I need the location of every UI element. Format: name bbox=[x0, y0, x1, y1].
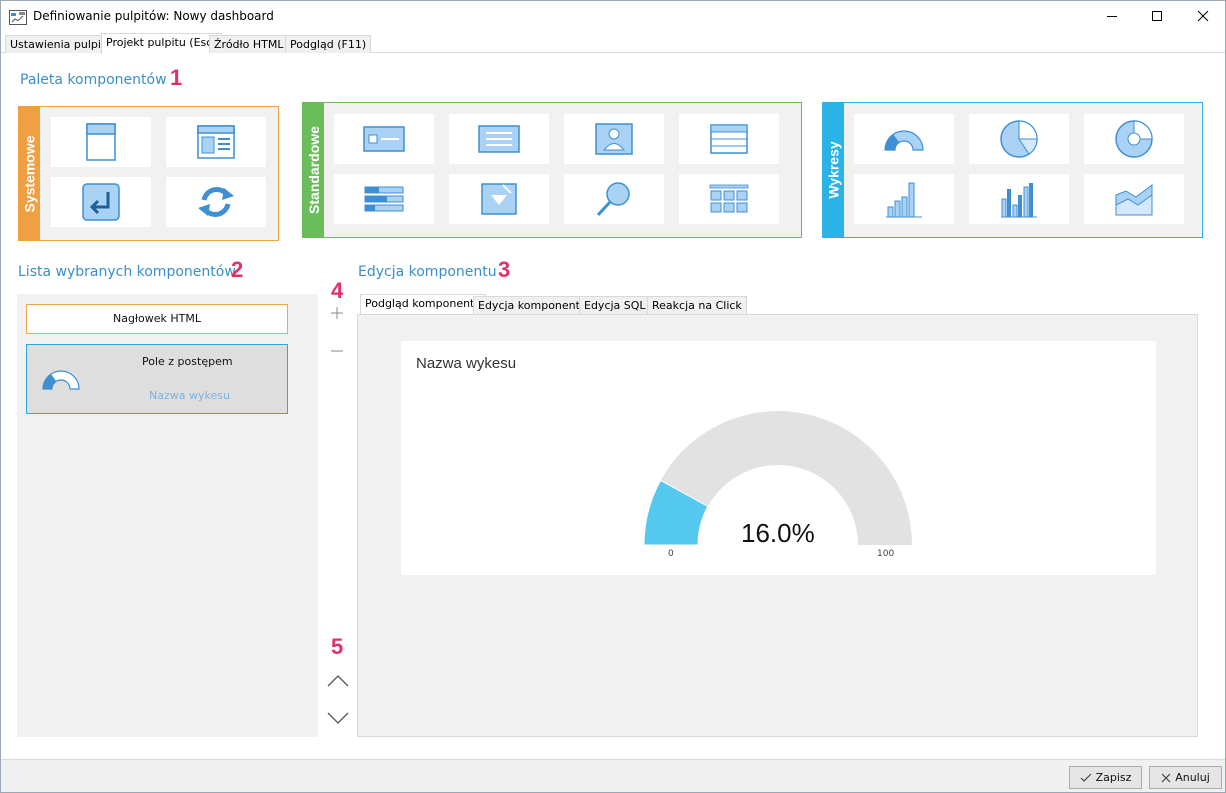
list-item-title: Pole z postępem bbox=[142, 355, 233, 368]
page-icon-tile[interactable] bbox=[51, 117, 151, 167]
table-icon-tile[interactable] bbox=[679, 114, 779, 164]
column-chart-icon-tile[interactable] bbox=[969, 174, 1069, 224]
minimize-icon bbox=[1107, 16, 1117, 17]
app-icon bbox=[9, 10, 27, 25]
marker-1: 1 bbox=[170, 65, 183, 90]
donut-icon-tile[interactable] bbox=[1084, 114, 1184, 164]
gauge-icon bbox=[42, 370, 80, 390]
cancel-button[interactable]: Anuluj bbox=[1149, 766, 1222, 789]
label-icon bbox=[363, 126, 405, 152]
tile-grid-icon bbox=[709, 184, 749, 213]
minus-icon bbox=[331, 350, 343, 352]
plus-icon bbox=[331, 307, 343, 319]
checkmark-icon bbox=[1080, 773, 1092, 782]
group-label-wykresy: Wykresy bbox=[823, 103, 844, 237]
tab-podglad-komponentu[interactable]: Podgląd komponentu bbox=[360, 294, 487, 315]
window-layout-icon bbox=[197, 125, 235, 159]
return-icon-tile[interactable] bbox=[51, 177, 151, 227]
dropdown-icon-tile[interactable] bbox=[449, 174, 549, 224]
bottom-bar: Zapisz Anuluj bbox=[1, 759, 1225, 792]
move-down-button[interactable] bbox=[326, 706, 350, 730]
marker-5: 5 bbox=[331, 634, 344, 659]
list-item-label: Nagłowek HTML bbox=[112, 312, 202, 325]
group-label-systemowe: Systemowe bbox=[19, 107, 40, 240]
refresh-icon-tile[interactable] bbox=[166, 177, 266, 227]
add-component-button[interactable] bbox=[325, 301, 349, 325]
search-icon bbox=[596, 182, 630, 217]
maximize-icon bbox=[1152, 11, 1162, 21]
list-bars-icon bbox=[364, 186, 404, 212]
chevron-up-icon bbox=[327, 675, 349, 687]
pie-icon-tile[interactable] bbox=[969, 114, 1069, 164]
remove-component-button[interactable] bbox=[325, 339, 349, 363]
preview-card: Nazwa wykesu 16.0% 0 100 bbox=[401, 341, 1156, 575]
table-icon bbox=[710, 124, 748, 154]
tab-podglad[interactable]: Podgląd (F11) bbox=[285, 35, 372, 53]
marker-2: 2 bbox=[231, 257, 244, 282]
maximize-button[interactable] bbox=[1134, 1, 1180, 31]
list-item-pole-z-postepem[interactable]: Pole z postępem Nazwa wykesu bbox=[26, 344, 288, 414]
gauge-max-label: 100 bbox=[877, 549, 895, 559]
cancel-button-label: Anuluj bbox=[1175, 771, 1210, 784]
main-tabstrip: Ustawienia pulpitu Projekt pulpitu (Esc)… bbox=[1, 33, 1225, 54]
tab-zrodlo-html[interactable]: Źródło HTML bbox=[209, 35, 289, 53]
palette-group-systemowe: Systemowe bbox=[18, 106, 279, 241]
minimize-button[interactable] bbox=[1089, 1, 1135, 31]
bar-chart-icon bbox=[886, 182, 922, 218]
tab-reakcja-na-click[interactable]: Reakcja na Click bbox=[647, 296, 747, 315]
text-block-icon bbox=[478, 125, 520, 153]
grid-icon-tile[interactable] bbox=[679, 174, 779, 224]
close-icon bbox=[1161, 773, 1171, 782]
gauge-icon-tile[interactable] bbox=[854, 114, 954, 164]
column-chart-icon bbox=[1001, 183, 1037, 218]
window-title: Definiowanie pulpitów: Nowy dashboard bbox=[33, 9, 274, 23]
selected-components-list: Nagłowek HTML Pole z postępem Nazwa wyke… bbox=[17, 294, 318, 737]
donut-chart-icon bbox=[1115, 120, 1153, 158]
close-button[interactable] bbox=[1180, 1, 1226, 31]
list-item-naglowek[interactable]: Nagłowek HTML bbox=[26, 304, 288, 334]
palette-group-standardowe: Standardowe bbox=[302, 102, 802, 238]
dropdown-icon bbox=[481, 183, 517, 215]
move-up-button[interactable] bbox=[326, 669, 350, 693]
list-icon-tile[interactable] bbox=[334, 174, 434, 224]
gauge-icon bbox=[884, 130, 924, 151]
save-button[interactable]: Zapisz bbox=[1069, 766, 1142, 789]
chevron-down-icon bbox=[327, 712, 349, 724]
contact-card-icon bbox=[595, 123, 633, 155]
save-button-label: Zapisz bbox=[1095, 771, 1132, 784]
editor-title: Edycja komponentu bbox=[358, 264, 497, 280]
label-icon-tile[interactable] bbox=[334, 114, 434, 164]
pie-chart-icon bbox=[1000, 120, 1038, 158]
palette-title: Paleta komponentów bbox=[20, 72, 167, 88]
refresh-icon bbox=[198, 187, 234, 217]
area-chart-icon bbox=[1115, 184, 1153, 216]
search-icon-tile[interactable] bbox=[564, 174, 664, 224]
tab-edycja-komponentu[interactable]: Edycja komponentu bbox=[473, 296, 592, 315]
tab-projekt-pulpitu[interactable]: Projekt pulpitu (Esc) bbox=[101, 33, 222, 54]
marker-3: 3 bbox=[498, 257, 511, 282]
app-window: Definiowanie pulpitów: Nowy dashboard Us… bbox=[0, 0, 1226, 793]
page-icon bbox=[86, 123, 116, 161]
gauge-min-label: 0 bbox=[668, 549, 674, 559]
contact-icon-tile[interactable] bbox=[564, 114, 664, 164]
tab-edycja-sql[interactable]: Edycja SQL bbox=[579, 296, 651, 315]
list-title: Lista wybranych komponentów bbox=[18, 264, 236, 280]
window-icon-tile[interactable] bbox=[166, 117, 266, 167]
list-item-subtitle: Nazwa wykesu bbox=[149, 389, 230, 402]
gauge-value-label: 16.0% bbox=[741, 518, 815, 548]
component-preview-area: Nazwa wykesu 16.0% 0 100 bbox=[357, 314, 1198, 737]
text-icon-tile[interactable] bbox=[449, 114, 549, 164]
close-icon bbox=[1197, 10, 1209, 22]
area-chart-icon-tile[interactable] bbox=[1084, 174, 1184, 224]
group-label-standardowe: Standardowe bbox=[303, 103, 324, 237]
bar-chart-icon-tile[interactable] bbox=[854, 174, 954, 224]
return-icon bbox=[82, 183, 120, 221]
palette-group-wykresy: Wykresy bbox=[822, 102, 1203, 238]
title-bar: Definiowanie pulpitów: Nowy dashboard bbox=[1, 1, 1225, 33]
